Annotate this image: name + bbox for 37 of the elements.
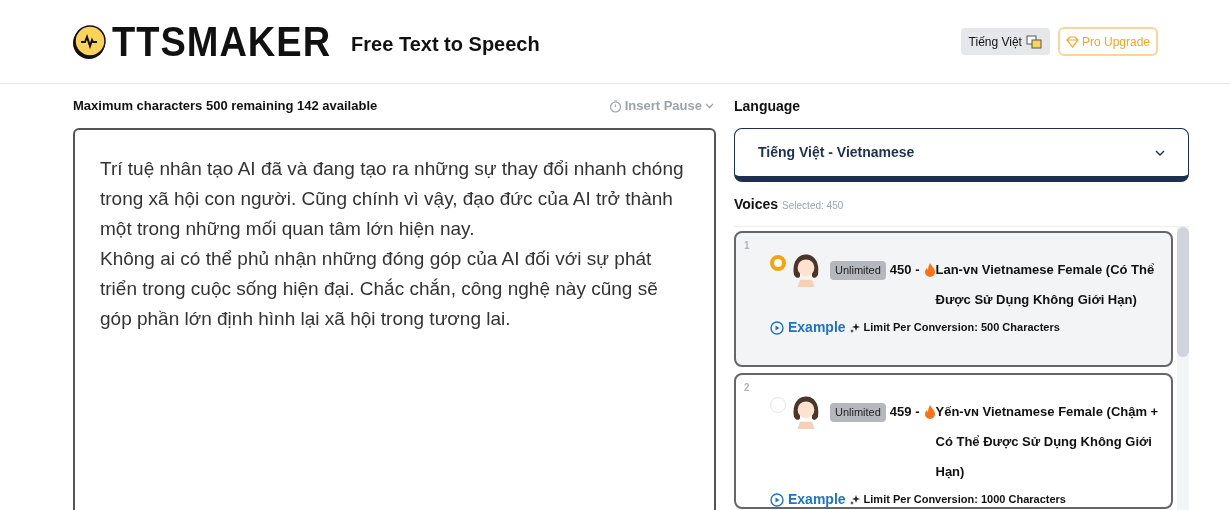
flame-icon <box>923 404 936 419</box>
voice-id: 450 - <box>889 261 920 279</box>
voice-name: Lan-ᴠɴ Vietnamese Female (Có Thể Được Sử Dụng Không Giới Hạn) <box>935 261 1156 309</box>
play-icon <box>770 320 784 335</box>
logo-text: TTSMAKER <box>112 20 332 63</box>
play-icon <box>770 492 784 507</box>
language-select[interactable]: Tiếng Việt - Vietnamese <box>734 128 1189 182</box>
diamond-icon <box>1065 35 1079 48</box>
selected-count: Selected: 450 <box>782 198 844 213</box>
chevron-down-icon <box>705 103 714 109</box>
voice-number: 1 <box>744 241 751 251</box>
conversion-limit: Limit Per Conversion: 500 Characters <box>863 320 1060 336</box>
voice-card[interactable]: 2 Unlimited 459 - Yến-ᴠɴ Vietnamese Female (Chậm + Có Thể Được Sử Dụng Không Giới Hạn) Example Limit Per Conversion: 1000 Characters <box>734 373 1173 509</box>
unlimited-badge: Unlimited <box>830 261 886 280</box>
text-input-area[interactable]: Trí tuệ nhân tạo AI đã và đang tạo ra những sự thay đổi nhanh chóng trong xã hội con người. Cũng chính vì vậy, đạo đức của AI trở thành một trong những mối quan tâm lớn hiện nay. Không ai có thể phủ nhận những đóng góp của AI đối với sự phát triển trong cuộc sống hiện đại. Chắc chắn, công nghệ này cũng sẽ góp phần lớn định hình lại xã hội trong tương lai. <box>73 128 716 510</box>
language-button[interactable]: Tiếng Việt <box>960 28 1050 55</box>
timer-icon <box>608 99 622 113</box>
voice-number: 2 <box>744 383 751 393</box>
example-link[interactable]: Example <box>770 489 846 510</box>
conversion-limit: Limit Per Conversion: 1000 Characters <box>863 492 1066 508</box>
character-count: Maximum characters 500 remaining 142 available <box>73 97 378 116</box>
tagline: Free Text to Speech <box>351 31 540 57</box>
logo-icon <box>72 24 106 59</box>
chevron-down-icon <box>1155 149 1165 156</box>
example-link[interactable]: Example <box>770 317 846 338</box>
sparkle-icon <box>849 494 860 505</box>
voice-card[interactable]: 1 Unlimited 450 - Lan-ᴠɴ Vietnamese Female (Có Thể Được Sử Dụng Không Giới Hạn) Example Limit Per Conversion: 500 Characters <box>734 231 1173 367</box>
translate-icon <box>1025 34 1042 49</box>
unlimited-badge: Unlimited <box>830 403 886 422</box>
radio-button[interactable] <box>770 255 786 271</box>
flame-icon <box>923 262 936 277</box>
voice-id: 459 - <box>889 403 920 421</box>
voices-label: Voices <box>734 194 779 214</box>
scrollbar[interactable] <box>1177 227 1189 510</box>
voice-name: Yến-ᴠɴ Vietnamese Female (Chậm + Có Thể Được Sử Dụng Không Giới Hạn) <box>935 403 1160 481</box>
sparkle-icon <box>849 322 860 333</box>
language-label: Language <box>734 96 801 116</box>
